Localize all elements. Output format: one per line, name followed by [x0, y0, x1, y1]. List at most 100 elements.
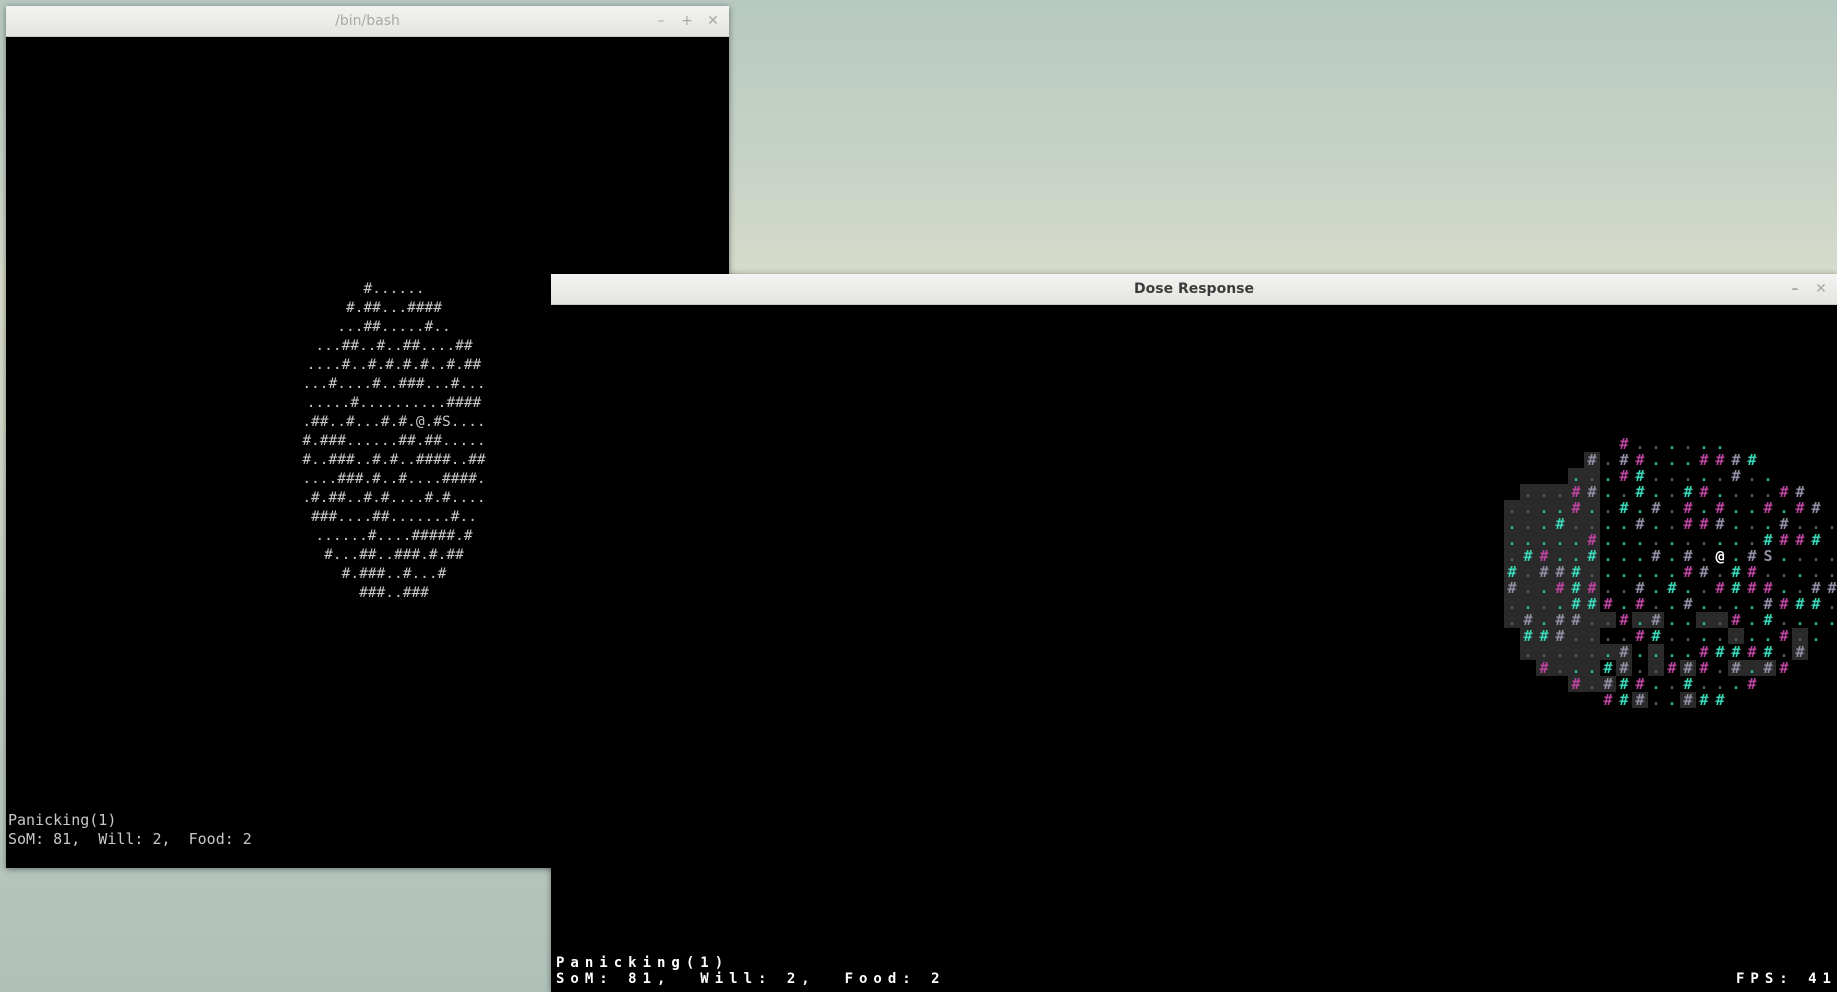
- wall-tile: #: [1632, 692, 1648, 708]
- floor-tile: .: [1619, 595, 1629, 613]
- wall-tile: #: [1731, 579, 1741, 597]
- wall-tile: #: [1763, 611, 1773, 629]
- wall-tile: #: [1568, 676, 1584, 692]
- wall-tile: #: [1779, 627, 1789, 645]
- wall-tile: #: [1763, 531, 1773, 549]
- wall-tile: #: [1699, 563, 1709, 581]
- close-icon[interactable]: ✕: [1813, 281, 1829, 297]
- minimize-icon[interactable]: –: [1787, 281, 1803, 297]
- game-status-line: Panicking(1): [556, 955, 730, 971]
- wall-tile: #: [1680, 660, 1696, 676]
- floor-tile: .: [1699, 531, 1709, 549]
- floor-tile: .: [1568, 548, 1584, 564]
- floor-tile: .: [1552, 500, 1568, 516]
- wall-tile: #: [1504, 564, 1520, 580]
- floor-tile: .: [1568, 660, 1584, 676]
- floor-tile: .: [1536, 516, 1552, 532]
- floor-tile: .: [1731, 499, 1741, 517]
- ascii-map-row: ...#....#..###...#...: [302, 376, 486, 392]
- floor-tile: .: [1699, 579, 1709, 597]
- minimize-icon[interactable]: –: [653, 13, 669, 29]
- floor-tile: .: [1795, 563, 1805, 581]
- floor-tile: .: [1619, 483, 1629, 501]
- floor-tile: .: [1504, 500, 1520, 516]
- floor-tile: .: [1648, 644, 1664, 660]
- floor-tile: .: [1635, 563, 1645, 581]
- floor-tile: .: [1520, 580, 1536, 596]
- wall-tile: #: [1619, 499, 1629, 517]
- wall-tile: #: [1552, 564, 1568, 580]
- terminal-status-line: Panicking(1): [8, 811, 117, 829]
- floor-tile: .: [1667, 675, 1677, 693]
- terminal-titlebar[interactable]: /bin/bash – + ✕: [6, 6, 729, 37]
- floor-tile: .: [1584, 660, 1600, 676]
- floor-tile: .: [1651, 563, 1661, 581]
- floor-tile: .: [1667, 435, 1677, 453]
- floor-tile: .: [1584, 612, 1600, 628]
- floor-tile: .: [1827, 563, 1837, 581]
- game-titlebar[interactable]: Dose Response – ✕: [551, 274, 1837, 305]
- wall-tile: #: [1619, 467, 1629, 485]
- floor-tile: .: [1779, 611, 1789, 629]
- floor-tile: .: [1603, 499, 1613, 517]
- floor-tile: .: [1683, 435, 1693, 453]
- floor-tile: .: [1667, 627, 1677, 645]
- floor-tile: .: [1744, 660, 1760, 676]
- wall-tile: #: [1648, 612, 1664, 628]
- ascii-map-row: .#.##..#.#....#.#....: [302, 490, 486, 506]
- floor-tile: .: [1779, 579, 1789, 597]
- game-stats-line: SoM: 81, Will: 2, Food: 2: [556, 971, 946, 987]
- wall-tile: #: [1763, 499, 1773, 517]
- floor-tile: .: [1520, 500, 1536, 516]
- close-icon[interactable]: ✕: [705, 13, 721, 29]
- wall-tile: #: [1779, 531, 1789, 549]
- floor-tile: .: [1811, 563, 1821, 581]
- maximize-icon[interactable]: +: [679, 13, 695, 29]
- wall-tile: #: [1811, 579, 1821, 597]
- game-viewport[interactable]: #...... #. # #... # # # #... # #..... #..... # #.. #.…: [551, 305, 1837, 992]
- ascii-map-row: #.###......##.##.....: [302, 433, 486, 449]
- floor-tile: .: [1699, 435, 1709, 453]
- wall-tile: #: [1680, 692, 1696, 708]
- game-window: Dose Response – ✕ #...... #. # #... # # # #... #…: [551, 274, 1837, 992]
- ascii-map: #...... #.##...#### ...##.....#.. ...##..#.…: [289, 280, 499, 603]
- floor-tile: .: [1728, 628, 1744, 644]
- wall-tile: #: [1651, 499, 1661, 517]
- wall-tile: #: [1699, 483, 1709, 501]
- floor-tile: .: [1667, 595, 1677, 613]
- wall-tile: #: [1747, 675, 1757, 693]
- floor-tile: .: [1699, 467, 1709, 485]
- wall-tile: #: [1536, 564, 1552, 580]
- wall-tile: #: [1760, 660, 1776, 676]
- floor-tile: .: [1520, 532, 1536, 548]
- wall-tile: #: [1667, 659, 1677, 677]
- floor-tile: .: [1763, 515, 1773, 533]
- wall-tile: #: [1779, 659, 1789, 677]
- wall-tile: #: [1635, 483, 1645, 501]
- floor-tile: .: [1651, 435, 1661, 453]
- wall-tile: #: [1584, 580, 1600, 596]
- wall-tile: #: [1552, 628, 1568, 644]
- wall-tile: #: [1731, 451, 1741, 469]
- wall-tile: #: [1651, 547, 1661, 565]
- floor-tile: .: [1651, 691, 1661, 709]
- wall-tile: #: [1827, 579, 1837, 597]
- floor-tile: .: [1696, 612, 1712, 628]
- floor-tile: .: [1747, 499, 1757, 517]
- floor-tile: .: [1520, 596, 1536, 612]
- terminal-stats-line: SoM: 81, Will: 2, Food: 2: [8, 830, 252, 848]
- floor-tile: .: [1667, 691, 1677, 709]
- wall-tile: #: [1651, 627, 1661, 645]
- floor-tile: .: [1552, 660, 1568, 676]
- wall-tile: #: [1619, 691, 1629, 709]
- wall-tile: #: [1683, 675, 1693, 693]
- wall-tile: #: [1552, 580, 1568, 596]
- floor-tile: .: [1747, 467, 1757, 485]
- floor-tile: .: [1536, 612, 1552, 628]
- floor-tile: .: [1827, 595, 1837, 613]
- floor-tile: .: [1683, 451, 1693, 469]
- floor-tile: .: [1619, 515, 1629, 533]
- wall-tile: #: [1795, 499, 1805, 517]
- wall-tile: #: [1536, 548, 1552, 564]
- wall-tile: #: [1584, 596, 1600, 612]
